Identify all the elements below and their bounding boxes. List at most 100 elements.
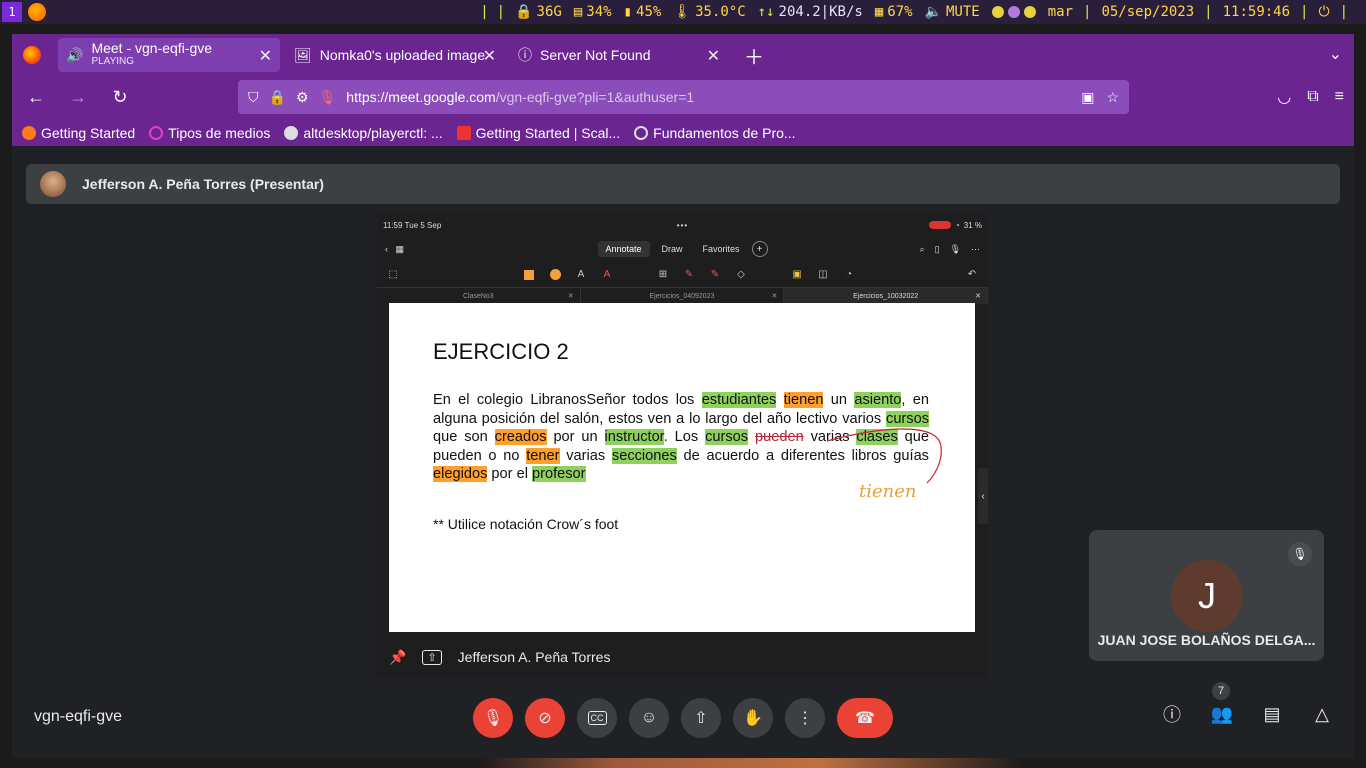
github-icon xyxy=(284,126,299,140)
day-label: mar xyxy=(1047,4,1074,20)
image-icon: 🖼 xyxy=(294,46,312,63)
bookmark-item[interactable]: Getting Started | Scal... xyxy=(456,125,620,141)
forward-arrow-icon[interactable]: → xyxy=(60,79,96,115)
close-icon[interactable]: ✕ xyxy=(259,46,272,66)
pocket-icon[interactable]: ◡ xyxy=(1277,87,1291,107)
brightness-stat: ▦ 67% xyxy=(874,4,913,20)
mic-off-icon: 🎙 xyxy=(949,243,961,254)
leave-call-button[interactable]: ☎ xyxy=(837,698,893,738)
tab-server-not-found[interactable]: ⓘ Server Not Found ✕ xyxy=(510,38,728,72)
tab-nomka[interactable]: 🖼 Nomka0's uploaded image ✕ xyxy=(286,38,504,72)
shared-screen: 11:59 Tue 5 Sep ••• ◔ 31 % ‹ ▦ Annotate D… xyxy=(377,214,988,678)
meet-app: Jefferson A. Peña Torres (Presentar) 11:… xyxy=(12,146,1354,758)
record-icon xyxy=(928,221,951,229)
grid-icon: ▦ xyxy=(395,243,405,254)
mic-off-icon: 🎙 xyxy=(1288,542,1312,566)
time-label: 11:59:46 xyxy=(1222,4,1291,20)
url-path: /vgn-eqfi-gve?pli=1&authuser=1 xyxy=(495,89,695,105)
search-icon: ⌕ xyxy=(919,243,925,254)
browser-window: 🔊 Meet - vgn-eqfi-gve PLAYING ✕ 🖼 Nomka0… xyxy=(12,34,1354,146)
present-icon[interactable]: ⇧ xyxy=(422,649,442,665)
info-icon: ⓘ xyxy=(1163,705,1181,725)
chat-button[interactable]: ▤ xyxy=(1260,702,1284,726)
emoji-icon: ☺ xyxy=(640,709,658,726)
activities-button[interactable]: △ xyxy=(1310,702,1334,726)
firefox-icon xyxy=(28,3,46,21)
book-icon: ▯ xyxy=(934,243,940,254)
pen-icon: ✎ xyxy=(684,269,694,280)
desktop-wallpaper xyxy=(0,758,1366,768)
participant-tile[interactable]: 🎙 J JUAN JOSE BOLAÑOS DELGA... xyxy=(1089,530,1324,661)
tab-title: Nomka0's uploaded image xyxy=(319,47,486,63)
extensions-icon[interactable]: ⧉ xyxy=(1307,88,1318,106)
back-arrow-icon[interactable]: ← xyxy=(18,79,54,115)
raise-hand-button[interactable]: ✋ xyxy=(733,698,773,738)
info-button[interactable]: ⓘ xyxy=(1160,702,1184,726)
people-icon: 👥 xyxy=(1210,703,1234,724)
bookmark-item[interactable]: Getting Started xyxy=(22,125,135,141)
speaker-icon: 🔈 xyxy=(924,4,942,20)
doc-tab: Ejercicios_10032022 ✕ xyxy=(784,288,988,304)
more-options-button[interactable]: ⋮ xyxy=(785,698,825,738)
call-controls: 🎙 ⊘ CC ☺ ⇧ ✋ ⋮ ☎ xyxy=(473,698,893,738)
captions-button[interactable]: CC xyxy=(577,698,617,738)
shapes-icon: ◫ xyxy=(818,269,828,280)
activities-icon: △ xyxy=(1315,703,1329,724)
ipad-toolbar: ‹ ▦ Annotate Draw Favorites + ⌕ ▯ 🎙 ⋯ xyxy=(377,236,988,262)
cpu-stat: ▤ 34% xyxy=(573,4,612,20)
reload-icon[interactable]: ↻ xyxy=(102,79,138,115)
presenter-label: Jefferson A. Peña Torres (Presentar) xyxy=(82,176,324,192)
permissions-icon[interactable]: ⚙ xyxy=(296,89,309,106)
bookmark-item[interactable]: Fundamentos de Pro... xyxy=(634,125,796,141)
plus-icon: + xyxy=(751,241,768,257)
brightness-icon: ▦ xyxy=(874,4,884,20)
ipad-toolbar-right: ⌕ ▯ 🎙 ⋯ xyxy=(920,244,980,255)
bookmarks-bar: Getting Started Tipos de medios altdeskt… xyxy=(12,120,1354,146)
camera-off-icon[interactable]: ▣ xyxy=(1081,89,1094,106)
tab-title: Server Not Found xyxy=(540,47,651,63)
star-icon[interactable]: ☆ xyxy=(1106,89,1119,106)
strike-text-icon: A xyxy=(603,269,611,280)
temp-stat: 🌡 35.0°C xyxy=(673,4,746,20)
media-icons xyxy=(986,6,1042,18)
bookmark-item[interactable]: altdesktop/playerctl: ... xyxy=(284,125,443,141)
present-button[interactable]: ⇧ xyxy=(681,698,721,738)
url-bar[interactable]: ⛉ 🔒 ⚙ 🎙 https://meet.google.com/vgn-eqfi… xyxy=(238,80,1129,114)
color-icon xyxy=(549,269,561,281)
select-icon: ⬚ xyxy=(388,269,398,280)
power-icon[interactable]: ⏻ xyxy=(1312,4,1335,20)
shield-icon[interactable]: ⛉ xyxy=(248,89,259,106)
hangup-icon: ☎ xyxy=(855,710,875,727)
more-vert-icon: ⋮ xyxy=(797,710,813,727)
net-stat: ↑↓ 204.2|KB/s xyxy=(757,4,863,20)
new-tab-plus-icon[interactable]: ＋ xyxy=(744,41,764,70)
chevron-down-icon[interactable]: ⌄ xyxy=(1329,44,1342,64)
moon-icon xyxy=(1007,6,1020,18)
bookmark-item[interactable]: Tipos de medios xyxy=(149,125,270,141)
camera-toggle-button[interactable]: ⊘ xyxy=(525,698,565,738)
close-icon[interactable]: ✕ xyxy=(483,46,496,66)
mic-icon[interactable]: 🎙 xyxy=(319,89,337,106)
workspace-indicator[interactable]: 1 xyxy=(2,2,22,22)
firefox-menu[interactable] xyxy=(12,34,52,76)
side-controls: ⓘ 7 👥 ▤ △ xyxy=(1160,682,1334,726)
mic-off-icon: 🎙 xyxy=(482,710,504,727)
text-icon: A xyxy=(577,269,585,280)
scala-icon xyxy=(456,126,471,140)
camera-off-icon: ⊘ xyxy=(538,710,552,727)
highlighter-icon xyxy=(523,269,535,281)
emoji-button[interactable]: ☺ xyxy=(629,698,669,738)
mem-stat: ▮ 45% xyxy=(623,4,662,20)
volume-stat[interactable]: 🔈 MUTE xyxy=(919,4,986,20)
tab-meet[interactable]: 🔊 Meet - vgn-eqfi-gve PLAYING ✕ xyxy=(58,38,280,72)
close-icon[interactable]: ✕ xyxy=(707,46,720,66)
storage-stat: 🔒 36G xyxy=(515,4,562,20)
mic-toggle-button[interactable]: 🎙 xyxy=(473,698,513,738)
lock-icon[interactable]: 🔒 xyxy=(269,89,286,106)
globe-icon xyxy=(634,126,649,140)
pin-icon[interactable]: 📌 xyxy=(389,649,406,666)
hamburger-menu-icon[interactable]: ≡ xyxy=(1335,88,1344,106)
people-button[interactable]: 7 👥 xyxy=(1210,682,1234,726)
chevron-left-icon: ‹ xyxy=(978,468,988,524)
firefox-icon xyxy=(23,46,41,64)
